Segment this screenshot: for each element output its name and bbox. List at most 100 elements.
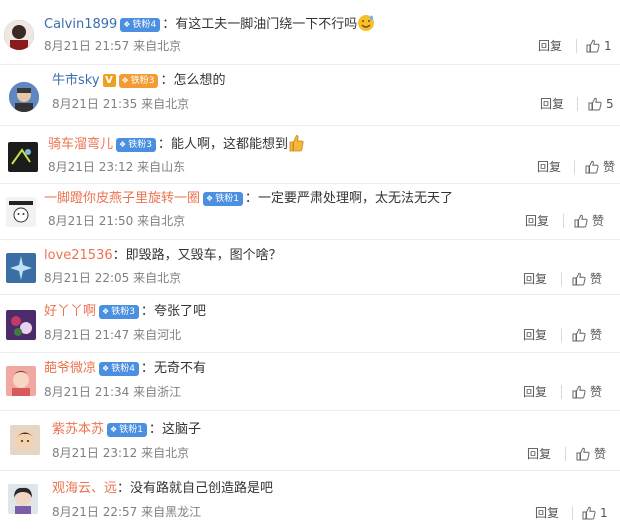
username-link[interactable]: 骑车溜弯儿 bbox=[48, 137, 113, 152]
avatar[interactable] bbox=[6, 310, 36, 340]
like-count: 1 bbox=[600, 506, 608, 520]
comment-text-colon: ： bbox=[148, 422, 162, 437]
reply-button[interactable]: 回复 bbox=[527, 446, 551, 462]
thumbs-up-icon bbox=[576, 447, 590, 465]
fan-badge: 铁粉3 bbox=[116, 138, 156, 152]
like-count: 赞 bbox=[603, 160, 616, 174]
username-link[interactable]: 一脚蹬你皮燕子里旋转一圈 bbox=[44, 191, 200, 206]
comment-text: 怎么想的 bbox=[173, 73, 226, 88]
divider bbox=[572, 506, 573, 520]
comment-time: 8月21日 21:50 来自北京 bbox=[48, 214, 186, 228]
avatar[interactable] bbox=[8, 142, 38, 172]
like-button[interactable]: 1 bbox=[582, 505, 608, 524]
comment-text: 这脑子 bbox=[161, 422, 201, 437]
divider bbox=[576, 39, 577, 53]
comment-text-colon: ： bbox=[140, 361, 154, 376]
like-count: 赞 bbox=[590, 385, 603, 399]
divider bbox=[563, 214, 564, 228]
like-button[interactable]: 1 bbox=[586, 38, 612, 57]
divider bbox=[0, 64, 620, 65]
divider bbox=[0, 239, 620, 240]
divider bbox=[561, 272, 562, 286]
comment-text: 夸张了吧 bbox=[153, 304, 206, 319]
thumbs-up-icon bbox=[586, 39, 600, 57]
comment-text-colon: ： bbox=[157, 137, 171, 152]
username-link[interactable]: 好丫丫啊 bbox=[44, 304, 96, 319]
divider bbox=[561, 328, 562, 342]
like-count: 1 bbox=[604, 39, 612, 53]
comment-text: 能人啊，这都能想到 bbox=[170, 137, 288, 152]
like-count: 赞 bbox=[590, 328, 603, 342]
username-link[interactable]: love21536 bbox=[44, 248, 113, 263]
thumbs-up-icon bbox=[574, 214, 588, 232]
like-count: 5 bbox=[606, 97, 614, 111]
divider bbox=[0, 183, 620, 184]
divider bbox=[565, 447, 566, 461]
comment-text: 无奇不有 bbox=[153, 361, 206, 376]
avatar[interactable] bbox=[6, 197, 36, 227]
avatar[interactable] bbox=[10, 425, 40, 455]
divider bbox=[0, 125, 620, 126]
like-button[interactable]: 赞 bbox=[576, 446, 606, 465]
username-link[interactable]: 紫苏本苏 bbox=[52, 422, 104, 437]
thumbs-up-icon bbox=[585, 160, 599, 178]
username-link[interactable]: Calvin1899 bbox=[44, 17, 117, 32]
comment-time: 8月21日 23:12 来自北京 bbox=[52, 446, 190, 460]
comment-time: 8月21日 22:05 来自北京 bbox=[44, 271, 182, 285]
avatar[interactable] bbox=[9, 82, 39, 112]
fan-badge: 铁粉1 bbox=[107, 423, 147, 437]
comment-time: 8月21日 22:57 来自黑龙江 bbox=[52, 505, 202, 519]
comment-text-colon: ： bbox=[117, 481, 131, 496]
comment-text-colon: ： bbox=[112, 248, 126, 263]
divider bbox=[561, 385, 562, 399]
comment-text-colon: ： bbox=[140, 304, 154, 319]
comment-text: 没有路就自己创造路是吧 bbox=[130, 481, 274, 496]
reply-button[interactable]: 回复 bbox=[535, 505, 559, 521]
divider bbox=[0, 470, 620, 471]
like-button[interactable]: 赞 bbox=[572, 327, 602, 346]
like-button[interactable]: 赞 bbox=[585, 159, 615, 178]
avatar[interactable] bbox=[4, 20, 34, 50]
comment-text-colon: ： bbox=[244, 191, 258, 206]
reply-button[interactable]: 回复 bbox=[537, 159, 561, 175]
divider bbox=[577, 97, 578, 111]
thumbs-up-icon bbox=[588, 97, 602, 115]
verified-v-icon: V bbox=[102, 74, 116, 87]
username-link[interactable]: 葩爷微凉 bbox=[44, 361, 96, 376]
comment-time: 8月21日 21:57 来自北京 bbox=[44, 39, 182, 53]
fan-badge: 铁粉3 bbox=[99, 305, 139, 319]
comment-text: 有这工夫一脚油门绕一下不行吗 bbox=[175, 17, 358, 32]
comment-text-colon: ： bbox=[162, 17, 176, 32]
reply-button[interactable]: 回复 bbox=[523, 384, 547, 400]
like-button[interactable]: 赞 bbox=[572, 384, 602, 403]
comment-text-colon: ： bbox=[160, 73, 174, 88]
comment-time: 8月21日 23:12 来自山东 bbox=[48, 160, 186, 174]
fan-badge: 铁粉4 bbox=[99, 362, 139, 376]
comment-time: 8月21日 21:47 来自河北 bbox=[44, 328, 182, 342]
avatar[interactable] bbox=[6, 253, 36, 283]
thumbs-up-icon bbox=[572, 328, 586, 346]
like-button[interactable]: 赞 bbox=[574, 213, 604, 232]
reply-button[interactable]: 回复 bbox=[540, 96, 564, 112]
reply-button[interactable]: 回复 bbox=[525, 213, 549, 229]
like-button[interactable]: 5 bbox=[588, 96, 614, 115]
comment-time: 8月21日 21:34 来自浙江 bbox=[44, 385, 182, 399]
sweat-smile-emoji bbox=[357, 14, 375, 38]
avatar[interactable] bbox=[6, 366, 36, 396]
fan-badge: 铁粉4 bbox=[120, 18, 161, 32]
comment-text: 一定要严肃处理啊，太无法无天了 bbox=[257, 191, 453, 206]
username-link[interactable]: 观海云、远 bbox=[52, 481, 117, 496]
thumbs-up-icon bbox=[582, 506, 596, 524]
reply-button[interactable]: 回复 bbox=[523, 327, 547, 343]
fan-badge: 铁粉3 bbox=[118, 74, 159, 88]
avatar[interactable] bbox=[8, 484, 38, 514]
username-link[interactable]: 牛市sky bbox=[52, 73, 100, 88]
reply-button[interactable]: 回复 bbox=[523, 271, 547, 287]
like-button[interactable]: 赞 bbox=[572, 271, 602, 290]
reply-button[interactable]: 回复 bbox=[538, 38, 562, 54]
divider bbox=[0, 294, 620, 295]
divider bbox=[0, 410, 620, 411]
divider bbox=[574, 160, 575, 174]
fan-badge: 铁粉1 bbox=[203, 192, 243, 206]
thumbs-up-icon bbox=[572, 385, 586, 403]
